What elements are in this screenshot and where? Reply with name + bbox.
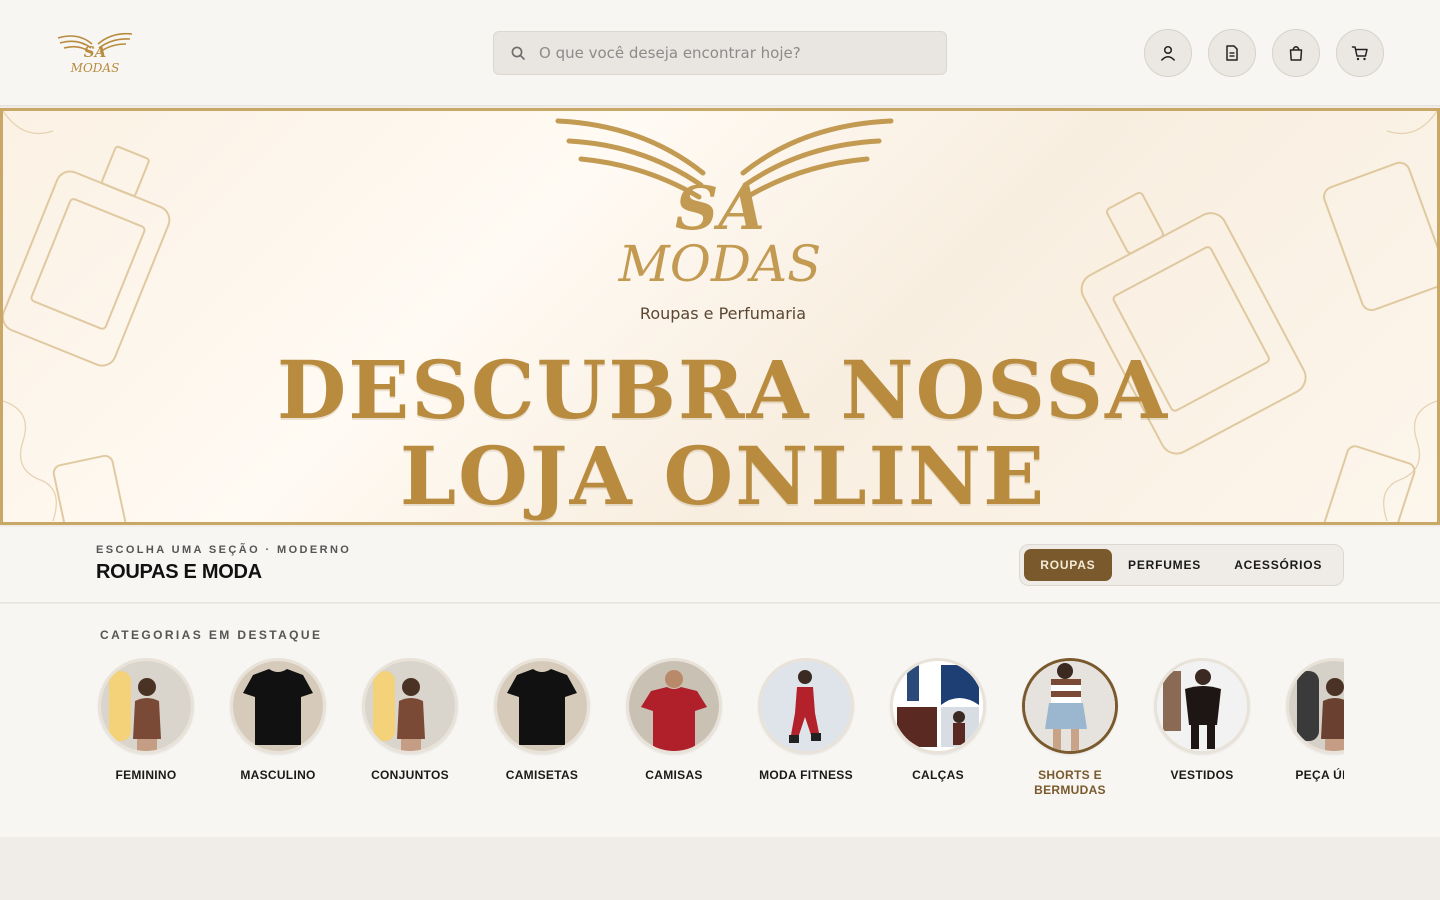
category-label: SHORTS E BERMUDAS [1034,768,1106,797]
category-image[interactable] [1154,658,1250,754]
category-camisetas[interactable]: CAMISETAS [492,658,592,783]
category-masculino[interactable]: MASCULINO [228,658,328,783]
cart-button[interactable] [1336,29,1384,77]
banner-headline-line2: LOJA ONLINE [399,429,1047,523]
category-image[interactable] [1022,658,1118,754]
banner-tagline: Roupas e Perfumaria [639,304,807,323]
category-moda-fitness[interactable]: MODA FITNESS [756,658,856,783]
category-label: CONJUNTOS [371,768,449,782]
category-image[interactable] [362,658,458,754]
page-footer-band [0,837,1440,900]
category-image[interactable] [98,658,194,754]
tab-perfumes[interactable]: PERFUMES [1112,549,1218,581]
category-calcas[interactable]: CALÇAS [888,658,988,783]
search-icon [511,46,525,60]
category-label: FEMININO [115,768,177,782]
category-vestidos[interactable]: VESTIDOS [1152,658,1252,783]
site-header: SA MODAS [0,0,1440,106]
hero-banner[interactable]: SA MODAS Roupas e Perfumaria DESCUBRA NO… [0,108,1440,525]
category-image[interactable] [758,658,854,754]
category-image[interactable] [1286,658,1344,754]
section-selector: ESCOLHA UMA SEÇÃO · MODERNO ROUPAS E MOD… [0,527,1440,603]
user-icon [1161,45,1175,61]
category-image[interactable] [890,658,986,754]
section-tabs: ROUPAS PERFUMES ACESSÓRIOS [1019,544,1344,586]
categories-title: CATEGORIAS EM DESTAQUE [100,628,323,642]
category-conjuntos[interactable]: CONJUNTOS [360,658,460,783]
category-label: MASCULINO [240,768,316,782]
cart-icon [1351,46,1368,61]
tab-acessorios[interactable]: ACESSÓRIOS [1217,549,1339,581]
account-button[interactable] [1144,29,1192,77]
svg-text:SA: SA [675,174,765,244]
category-shorts-bermudas[interactable]: SHORTS E BERMUDAS [1020,658,1120,798]
category-label: CAMISETAS [505,768,579,782]
category-feminino[interactable]: FEMININO [96,658,196,783]
category-label: CAMISAS [645,768,703,782]
category-image[interactable] [230,658,326,754]
category-image[interactable] [626,658,722,754]
featured-categories: CATEGORIAS EM DESTAQUE FEMININO MASCULIN… [0,604,1440,837]
category-label: CALÇAS [912,768,964,782]
category-label: VESTIDOS [1170,768,1234,782]
bag-icon [1289,46,1303,61]
category-label: PEÇA ÚNICA [1295,768,1344,782]
svg-text:SA: SA [84,43,106,61]
section-title: ROUPAS E MODA [96,561,262,583]
search-bar[interactable] [493,31,947,75]
category-peca-unica[interactable]: PEÇA ÚNICA [1284,658,1344,783]
svg-text:MODAS: MODAS [70,61,120,75]
bag-button[interactable] [1272,29,1320,77]
banner-headline-line1: DESCUBRA NOSSA [276,343,1170,437]
section-eyebrow: ESCOLHA UMA SEÇÃO · MODERNO [96,544,352,556]
search-input[interactable] [539,44,919,62]
category-image[interactable] [494,658,590,754]
category-label: MODA FITNESS [759,768,853,782]
categories-carousel[interactable]: FEMININO MASCULINO CONJUNTOS CAMISETAS C [96,658,1344,818]
banner-brand: MODAS [618,235,822,293]
document-icon [1226,45,1238,61]
brand-logo[interactable]: SA MODAS [52,28,138,78]
orders-button[interactable] [1208,29,1256,77]
category-camisas[interactable]: CAMISAS [624,658,724,783]
tab-roupas[interactable]: ROUPAS [1024,549,1112,581]
